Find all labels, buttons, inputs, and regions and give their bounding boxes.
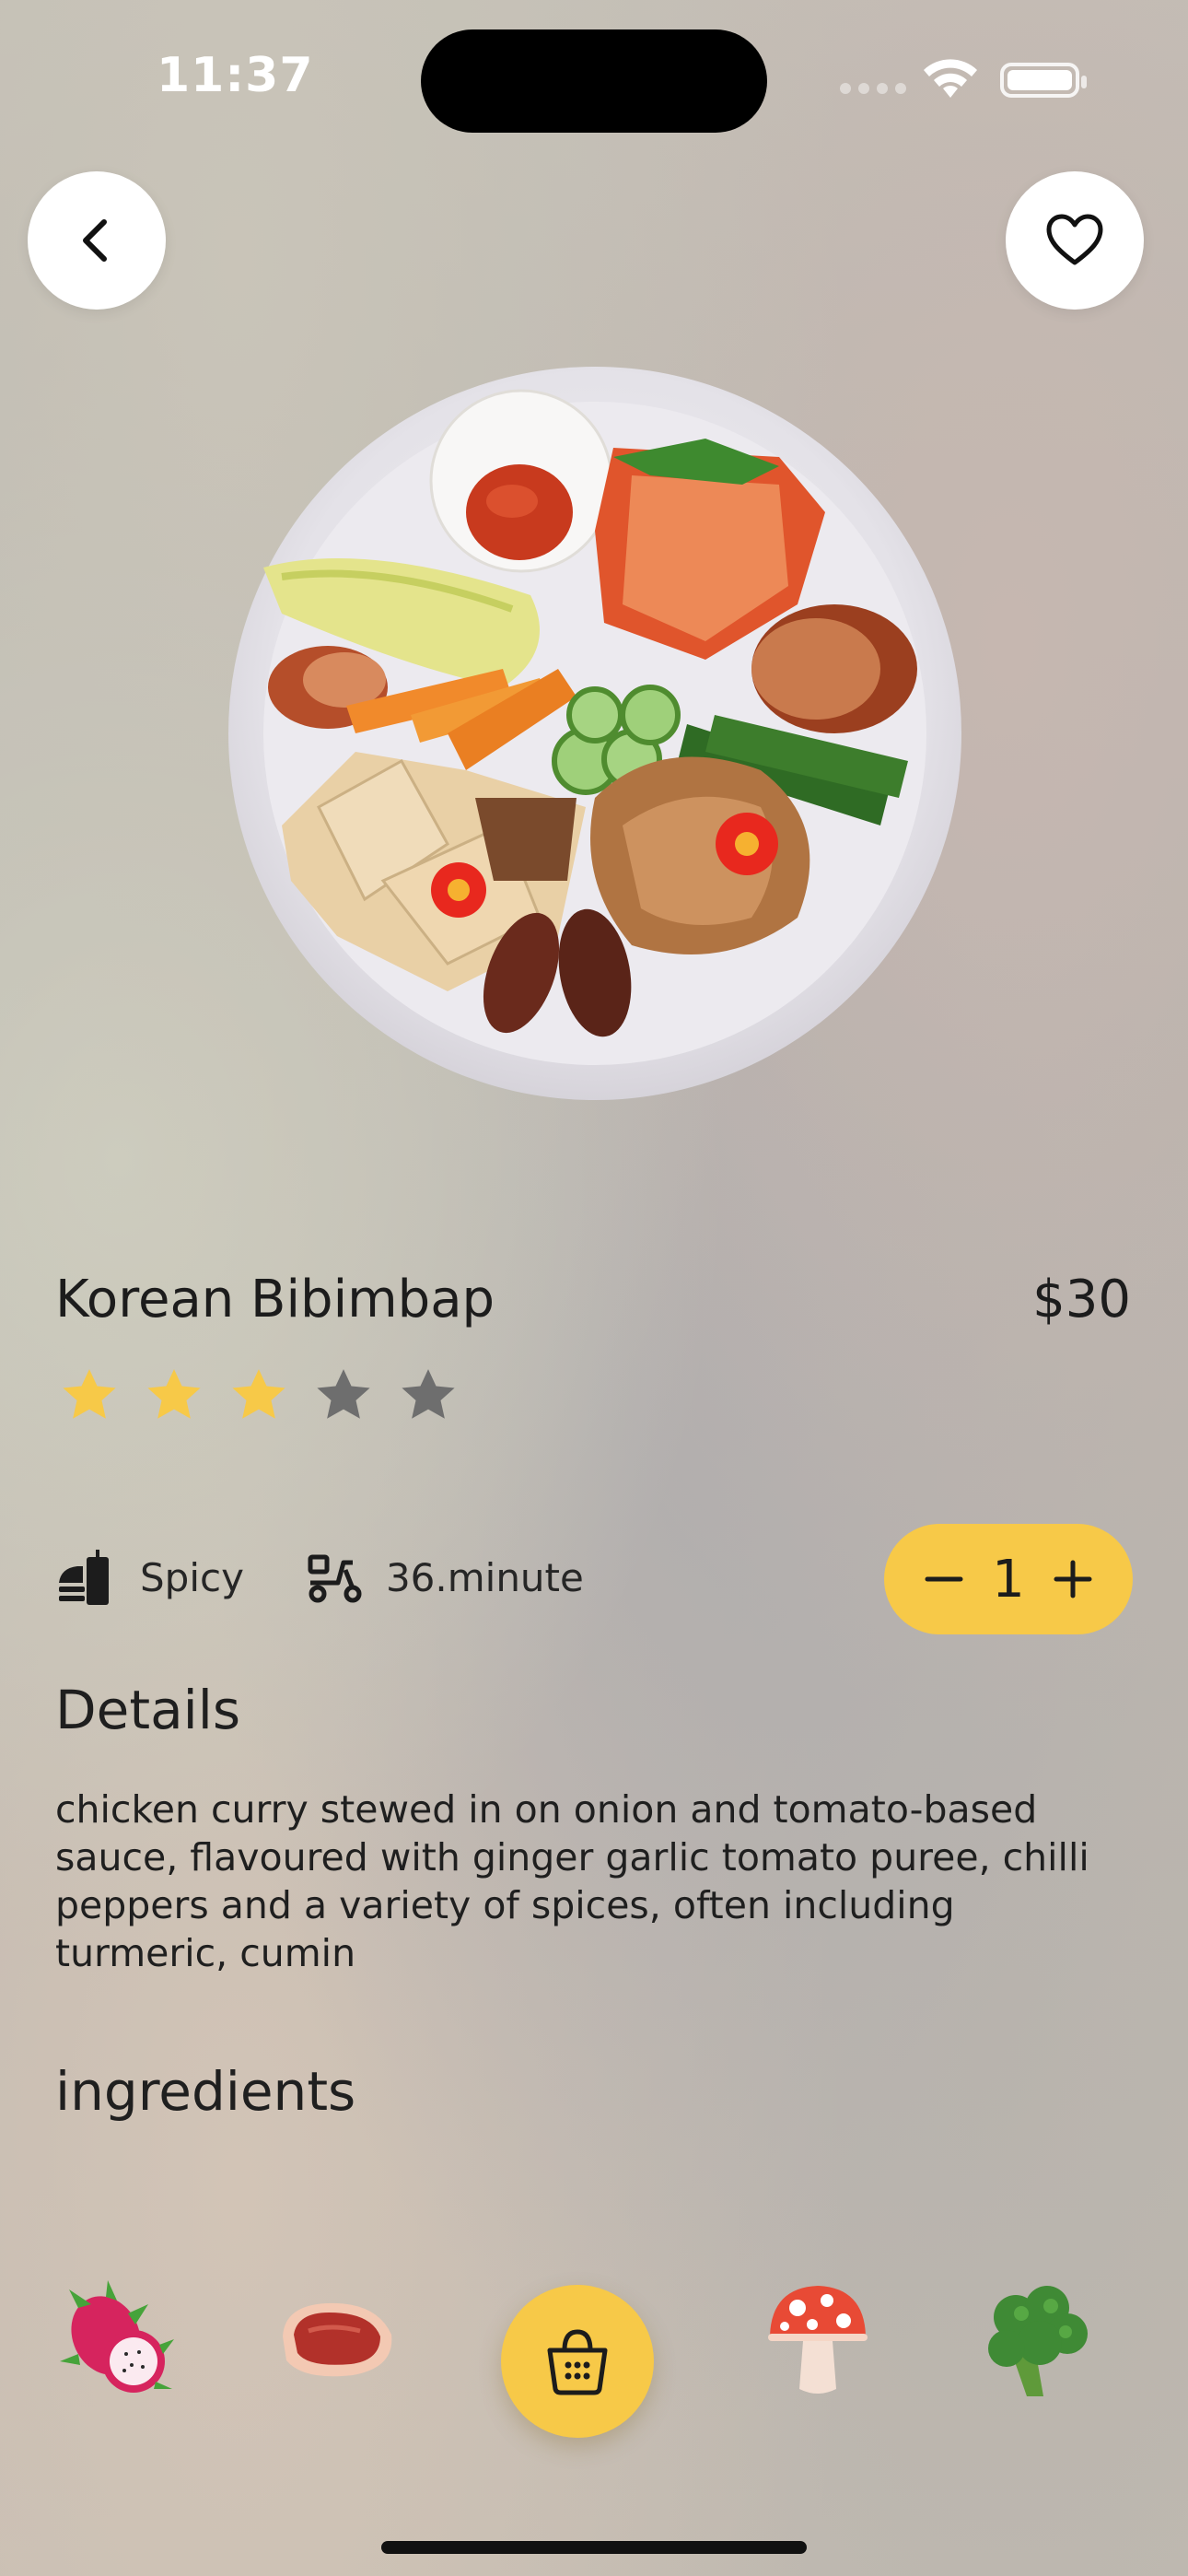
- favorite-button[interactable]: [1006, 171, 1144, 310]
- heart-outline-icon: [1046, 214, 1103, 265]
- cellular-signal-icon: [840, 83, 906, 94]
- battery-icon: [1000, 63, 1087, 98]
- quantity-value: 1: [992, 1549, 1025, 1610]
- status-time: 11:37: [157, 48, 314, 103]
- star-filled-icon: [147, 1369, 201, 1419]
- ingredients-bar: [0, 2276, 1188, 2451]
- product-detail-screen: 11:37 Korean Bibimbap $30 Spicy 36.minut…: [0, 0, 1188, 2576]
- mushroom-icon[interactable]: [753, 2276, 882, 2405]
- food-tray-icon: [59, 1550, 109, 1605]
- steak-icon[interactable]: [273, 2276, 402, 2405]
- shopping-basket-icon: [547, 2329, 608, 2395]
- minus-icon: [925, 1576, 963, 1582]
- dragon-fruit-icon[interactable]: [55, 2276, 184, 2405]
- ingredients-heading: ingredients: [55, 2060, 356, 2123]
- quantity-stepper: 1: [884, 1524, 1133, 1634]
- wifi-icon: [924, 59, 977, 98]
- status-bar: 11:37: [0, 0, 1188, 157]
- rating-stars: [59, 1365, 459, 1426]
- delivery-info: 36.minute: [305, 1550, 584, 1605]
- chevron-left-icon: [83, 219, 107, 262]
- dish-image: [227, 365, 963, 1102]
- heat-label: Spicy: [140, 1554, 244, 1600]
- home-indicator[interactable]: [381, 2541, 807, 2554]
- dish-price: $30: [1032, 1270, 1131, 1329]
- star-filled-icon: [232, 1369, 285, 1419]
- heat-level: Spicy: [55, 1546, 244, 1609]
- back-button[interactable]: [28, 171, 166, 310]
- star-empty-icon: [317, 1369, 370, 1419]
- star-empty-icon: [402, 1369, 455, 1419]
- star-filled-icon: [63, 1369, 116, 1419]
- dish-name: Korean Bibimbap: [55, 1270, 495, 1329]
- broccoli-icon[interactable]: [971, 2276, 1100, 2405]
- decrement-button[interactable]: [921, 1556, 967, 1602]
- delivery-time: 36.minute: [385, 1554, 584, 1600]
- scooter-icon: [308, 1554, 362, 1603]
- plus-icon: [1054, 1560, 1092, 1598]
- increment-button[interactable]: [1050, 1556, 1096, 1602]
- dish-meta: Spicy 36.minute: [55, 1546, 645, 1609]
- details-heading: Details: [55, 1679, 241, 1741]
- details-description: chicken curry stewed in on onion and tom…: [55, 1787, 1089, 1975]
- add-to-cart-button[interactable]: [501, 2285, 654, 2438]
- dynamic-island: [421, 29, 767, 133]
